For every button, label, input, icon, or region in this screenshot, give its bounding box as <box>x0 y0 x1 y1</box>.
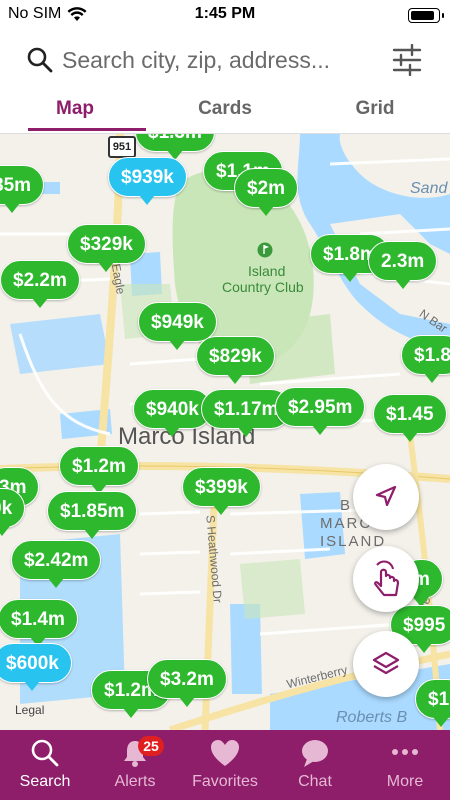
price-pin[interactable]: $600k <box>0 643 72 691</box>
map-label-club-line1: Island <box>248 263 286 279</box>
price-pin[interactable]: $1.45 <box>373 394 447 442</box>
map-label-roberts: Roberts B <box>336 709 408 726</box>
price-pin[interactable]: $2m <box>234 168 299 216</box>
chat-bubble-icon <box>302 740 328 767</box>
price-pin[interactable]: $949k <box>138 302 217 350</box>
hand-draw-icon <box>374 560 400 597</box>
search-bar <box>0 30 450 90</box>
price-pin[interactable]: $399k <box>182 467 261 515</box>
price-pin[interactable]: $1.2m <box>59 446 139 494</box>
map-label-sand: Sand <box>410 180 448 197</box>
price-pin[interactable]: $1.85m <box>47 491 138 539</box>
price-pin[interactable]: $939k <box>108 157 187 205</box>
nav-favorites[interactable]: Favorites <box>180 730 270 800</box>
golf-course-marker-icon <box>257 242 273 258</box>
route-shield: 951 <box>108 136 136 158</box>
search-icon[interactable] <box>26 46 54 74</box>
price-pin[interactable]: $2.95m <box>275 387 366 435</box>
price-pin[interactable]: $1.4m <box>0 599 78 647</box>
price-pin[interactable]: $3.2m <box>147 659 227 707</box>
tab-map[interactable]: Map <box>0 90 150 133</box>
nav-search-label: Search <box>19 773 71 790</box>
nav-search[interactable]: Search <box>0 730 90 800</box>
tab-grid[interactable]: Grid <box>300 90 450 133</box>
filter-sliders-icon[interactable] <box>392 44 422 76</box>
price-pin[interactable]: $1. <box>415 679 450 727</box>
map-legal-link[interactable]: Legal <box>15 703 44 717</box>
price-pin[interactable]: 85m <box>0 165 45 213</box>
alerts-badge: 25 <box>138 736 164 756</box>
locate-me-button[interactable] <box>353 464 419 530</box>
price-pin[interactable]: $1.3m <box>135 134 215 160</box>
nav-alerts-label: Alerts <box>114 773 156 790</box>
nav-chat[interactable]: Chat <box>270 730 360 800</box>
status-bar: No SIM 1:45 PM <box>0 0 450 30</box>
map-layers-button[interactable] <box>353 631 419 697</box>
tab-cards[interactable]: Cards <box>150 90 300 133</box>
map-label-area-line1: B <box>340 497 353 514</box>
price-pin[interactable]: $2.42m <box>11 540 102 588</box>
bottom-navigation: Search 25 Alerts Favorites Chat More <box>0 730 450 800</box>
layers-icon <box>372 651 400 675</box>
battery-icon <box>408 8 444 23</box>
location-arrow-icon <box>375 485 397 507</box>
price-pin[interactable]: $1.8 <box>401 335 450 383</box>
price-pin[interactable]: 2.3m <box>368 241 438 289</box>
nav-more-label: More <box>386 773 424 790</box>
price-pin[interactable]: $829k <box>196 336 275 384</box>
nav-more[interactable]: More <box>360 730 450 800</box>
nav-chat-label: Chat <box>298 773 332 790</box>
more-dots-icon <box>392 749 418 755</box>
map-view[interactable]: 951 Island Country Club Marco Island B M… <box>0 134 450 730</box>
draw-area-button[interactable] <box>353 546 419 612</box>
status-time: 1:45 PM <box>194 5 256 22</box>
map-label-club-line2: Country Club <box>222 279 304 295</box>
heart-icon <box>211 740 239 766</box>
nav-favorites-label: Favorites <box>192 773 258 790</box>
nav-alerts[interactable]: 25 Alerts <box>90 730 180 800</box>
battery-level <box>411 11 434 20</box>
search-icon <box>31 739 59 767</box>
search-input[interactable] <box>62 42 382 78</box>
view-tabs: Map Cards Grid <box>0 90 450 134</box>
price-pin[interactable]: $329k <box>67 224 146 272</box>
price-pin[interactable]: $2.2m <box>0 260 80 308</box>
